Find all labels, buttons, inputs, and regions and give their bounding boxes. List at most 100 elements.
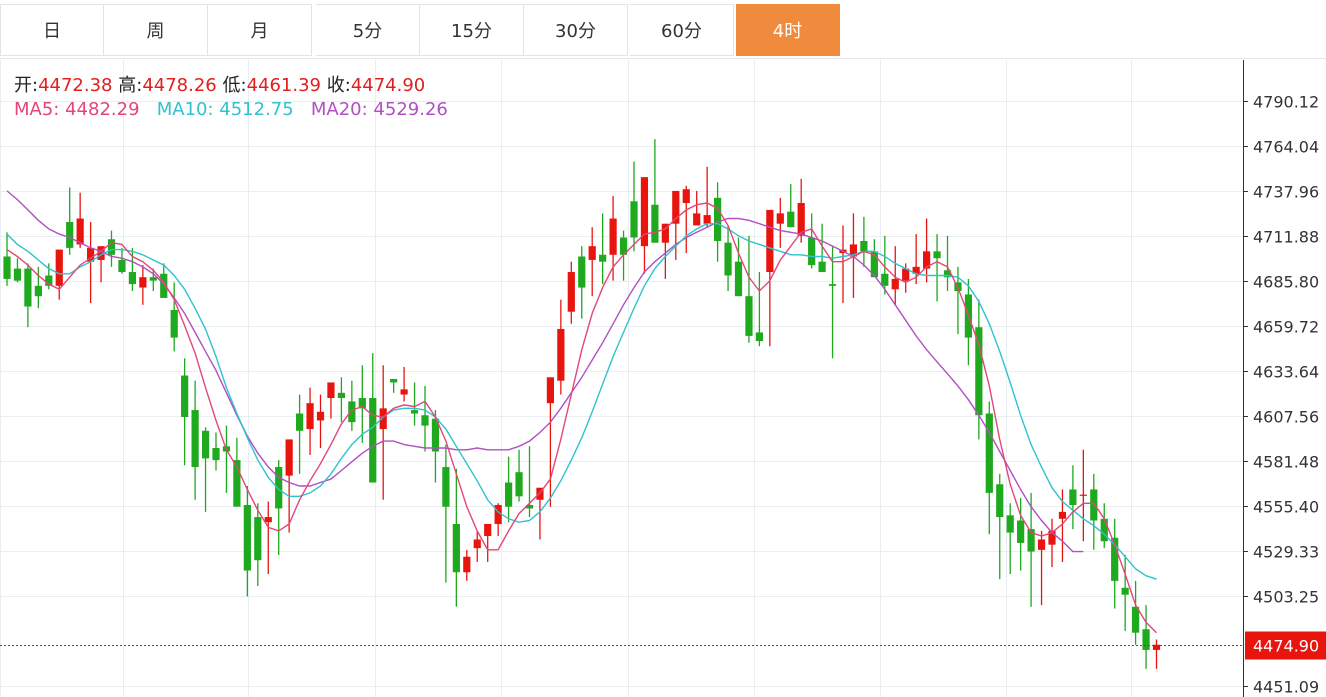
candle-down [630,201,638,238]
candle-up [139,277,147,288]
candle-down [24,268,32,307]
candle-down [275,467,283,509]
candle-down [745,296,753,336]
high-value: 4478.26 [142,75,217,96]
candle-down [985,413,993,493]
candle-down [181,375,189,417]
candle-down [860,240,868,252]
ma-readout: MA5: 4482.29 MA10: 4512.75 MA20: 4529.26 [14,99,448,120]
candle-down [996,484,1004,518]
candle-down [933,251,941,259]
candle-up [1037,539,1046,550]
candle-up [285,439,293,476]
candle-down [191,410,199,468]
candle-up [588,246,596,260]
candle-up [494,504,502,524]
candle-down [651,204,659,243]
candle-down [296,413,304,431]
candle-up [484,523,492,537]
candle-down [66,221,74,248]
candle-down [1142,629,1150,650]
candle-down [1132,606,1140,633]
candle-up [306,403,314,430]
candle-down [337,392,345,398]
y-tick-label: 4555.40 [1253,498,1319,517]
current-price-label: 4474.90 [1253,637,1319,656]
candle-down [724,242,732,276]
candle-down [128,272,136,285]
candle-down [828,284,837,286]
y-tick-label: 4711.88 [1253,228,1319,247]
candle-down [170,309,178,338]
candle-down [1090,489,1098,521]
candle-down [505,482,513,507]
candle-down [34,285,42,297]
candle-down [254,517,262,561]
candle-down [818,261,826,273]
candle-up [682,189,690,204]
y-tick-label: 4633.64 [1253,363,1319,382]
candle-up [609,218,617,255]
low-value: 4461.39 [246,75,322,96]
y-tick-label: 4790.12 [1253,93,1319,112]
candle-up [473,539,481,549]
candle-down [3,256,11,279]
open-label: 开: [14,75,39,96]
ma10-value: 4512.75 [219,99,294,120]
ma20-label: MA20: [310,99,368,120]
close-value: 4474.90 [350,75,426,96]
candle-down [1069,489,1077,505]
open-value: 4472.38 [38,75,113,96]
y-tick-label: 4659.72 [1253,318,1319,337]
candle-up [766,209,774,273]
candle-down [13,268,22,281]
candle-up [76,218,84,245]
candle-down [442,467,450,507]
y-tick-label: 4451.09 [1253,678,1319,697]
y-tick-label: 4685.80 [1253,273,1319,292]
candle-down [881,273,889,286]
candle-down [975,327,983,416]
candle-up [55,249,63,286]
candle-up [693,213,701,226]
candle-down [714,197,722,241]
candle-down [390,379,398,383]
y-tick-label: 4503.25 [1253,588,1319,607]
y-tick-label: 4764.04 [1253,138,1319,157]
candle-up [264,517,272,523]
candle-up [546,377,554,404]
y-tick-label: 4529.33 [1253,543,1319,562]
candle-down [348,401,356,423]
high-label: 高: [118,75,143,96]
candle-down [369,397,377,483]
candle-up [703,215,711,224]
close-label: 收: [326,75,351,96]
candle-down [1006,515,1014,533]
ohlc-readout: 开:4472.38 高:4478.26 低:4461.39 收:4474.90 [14,71,425,97]
candle-down [755,332,763,342]
candle-up [567,272,575,312]
candle-up [1058,511,1067,519]
low-label: 低: [222,75,247,96]
candle-down [515,472,523,497]
candle-down [107,239,116,255]
candle-down [734,261,743,297]
y-tick-label: 4607.56 [1253,408,1319,427]
candle-down [201,430,210,459]
y-tick-label: 4737.96 [1253,183,1319,202]
candle-down [421,415,429,426]
candle-down [1121,587,1129,595]
candle-up [400,389,408,395]
candle-up [463,556,471,573]
candle-up [1079,494,1087,496]
candle-down [808,237,816,266]
candle-down [118,259,126,273]
ma20-value: 4529.26 [373,99,448,120]
candle-down [149,277,157,281]
candle-down [452,523,460,573]
candle-down [787,211,795,228]
candle-down [212,448,220,461]
candle-up [557,328,565,381]
candle-up [776,213,784,224]
candle-down [1100,518,1108,542]
